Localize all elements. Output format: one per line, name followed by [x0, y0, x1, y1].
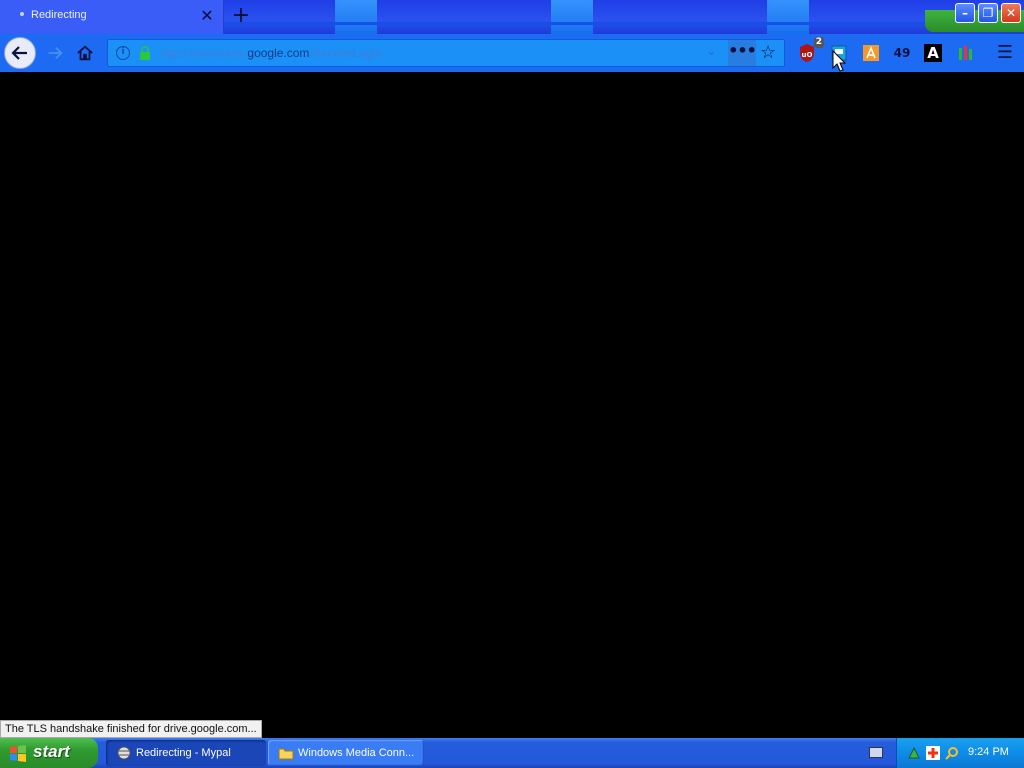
status-text: The TLS handshake finished for drive.goo… [0, 720, 262, 738]
forward-arrow-icon [48, 46, 63, 60]
close-window-button[interactable]: ✕ [1001, 3, 1021, 23]
extension-a-button[interactable] [860, 42, 882, 64]
clock[interactable]: 9:24 PM [968, 746, 1009, 758]
tabstrip-highlight [335, 0, 377, 34]
browser-icon [117, 746, 131, 760]
tab-strip: Redirecting ✕ + – ❐ ✕ [0, 0, 1024, 34]
mouse-pointer-icon [832, 50, 846, 72]
url-domain: google.com [247, 46, 310, 60]
screen: Redirecting ✕ + – ❐ ✕ i https://accounts… [0, 0, 1024, 768]
taskbar-item-mypal[interactable]: Redirecting - Mypal [106, 740, 266, 766]
bars-extension-button[interactable] [955, 42, 977, 64]
back-arrow-icon [11, 46, 27, 60]
security-alert-icon[interactable] [926, 746, 940, 760]
url-text[interactable]: https://accounts.google.com/ServiceLogin [160, 46, 382, 60]
taskbar: start Redirecting - Mypal Windows Media … [0, 738, 1024, 768]
minimize-button[interactable]: – [955, 3, 975, 23]
loading-dot-icon [20, 12, 24, 16]
back-button[interactable] [4, 37, 36, 69]
page-actions-button[interactable]: ••• [728, 40, 757, 66]
home-button[interactable] [70, 38, 100, 68]
taskbar-item-label: Windows Media Conn... [298, 747, 415, 759]
tab-close-icon[interactable]: ✕ [198, 7, 216, 25]
taskbar-item-label: Redirecting - Mypal [136, 747, 231, 759]
lock-icon [140, 46, 150, 60]
url-bar[interactable]: i https://accounts.google.com/ServiceLog… [107, 39, 785, 67]
start-label: start [33, 742, 70, 761]
tabstrip-highlight [767, 0, 809, 34]
tabstrip-line [224, 22, 1024, 25]
forward-button[interactable] [40, 38, 70, 68]
search-icon[interactable] [945, 746, 959, 760]
start-button[interactable]: start [0, 738, 98, 768]
bars-icon [959, 46, 972, 60]
menu-button[interactable]: ☰ [994, 42, 1016, 64]
ublock-extension-button[interactable]: uO 2 [796, 37, 824, 64]
bookmark-star-icon[interactable]: ☆ [760, 42, 776, 63]
url-path: /ServiceLogin [309, 46, 383, 60]
folder-icon [278, 748, 294, 760]
navigation-bar: i https://accounts.google.com/ServiceLog… [0, 34, 1024, 72]
tab-title: Redirecting [31, 9, 87, 21]
tab-redirecting[interactable]: Redirecting ✕ [0, 0, 224, 34]
counter-extension-button[interactable]: 49 [891, 42, 913, 64]
network-icon[interactable] [907, 746, 921, 760]
tabstrip-highlight [551, 0, 593, 34]
url-dropdown-icon[interactable]: ⌄ [706, 44, 717, 59]
orange-a-icon [863, 45, 879, 61]
ublock-badge: 2 [813, 37, 824, 48]
system-tray: 9:24 PM [896, 738, 1024, 768]
site-info-icon[interactable]: i [116, 46, 130, 60]
taskbar-item-windows-media[interactable]: Windows Media Conn... [268, 740, 424, 766]
windows-logo-icon [10, 745, 26, 762]
keyboard-icon[interactable] [869, 747, 883, 758]
svg-text:uO: uO [802, 51, 813, 59]
new-tab-button[interactable]: + [230, 4, 252, 28]
text-extension-button[interactable]: A [924, 44, 942, 62]
restore-button[interactable]: ❐ [978, 3, 998, 23]
url-prefix: https://accounts. [160, 46, 248, 60]
home-icon [77, 45, 93, 61]
